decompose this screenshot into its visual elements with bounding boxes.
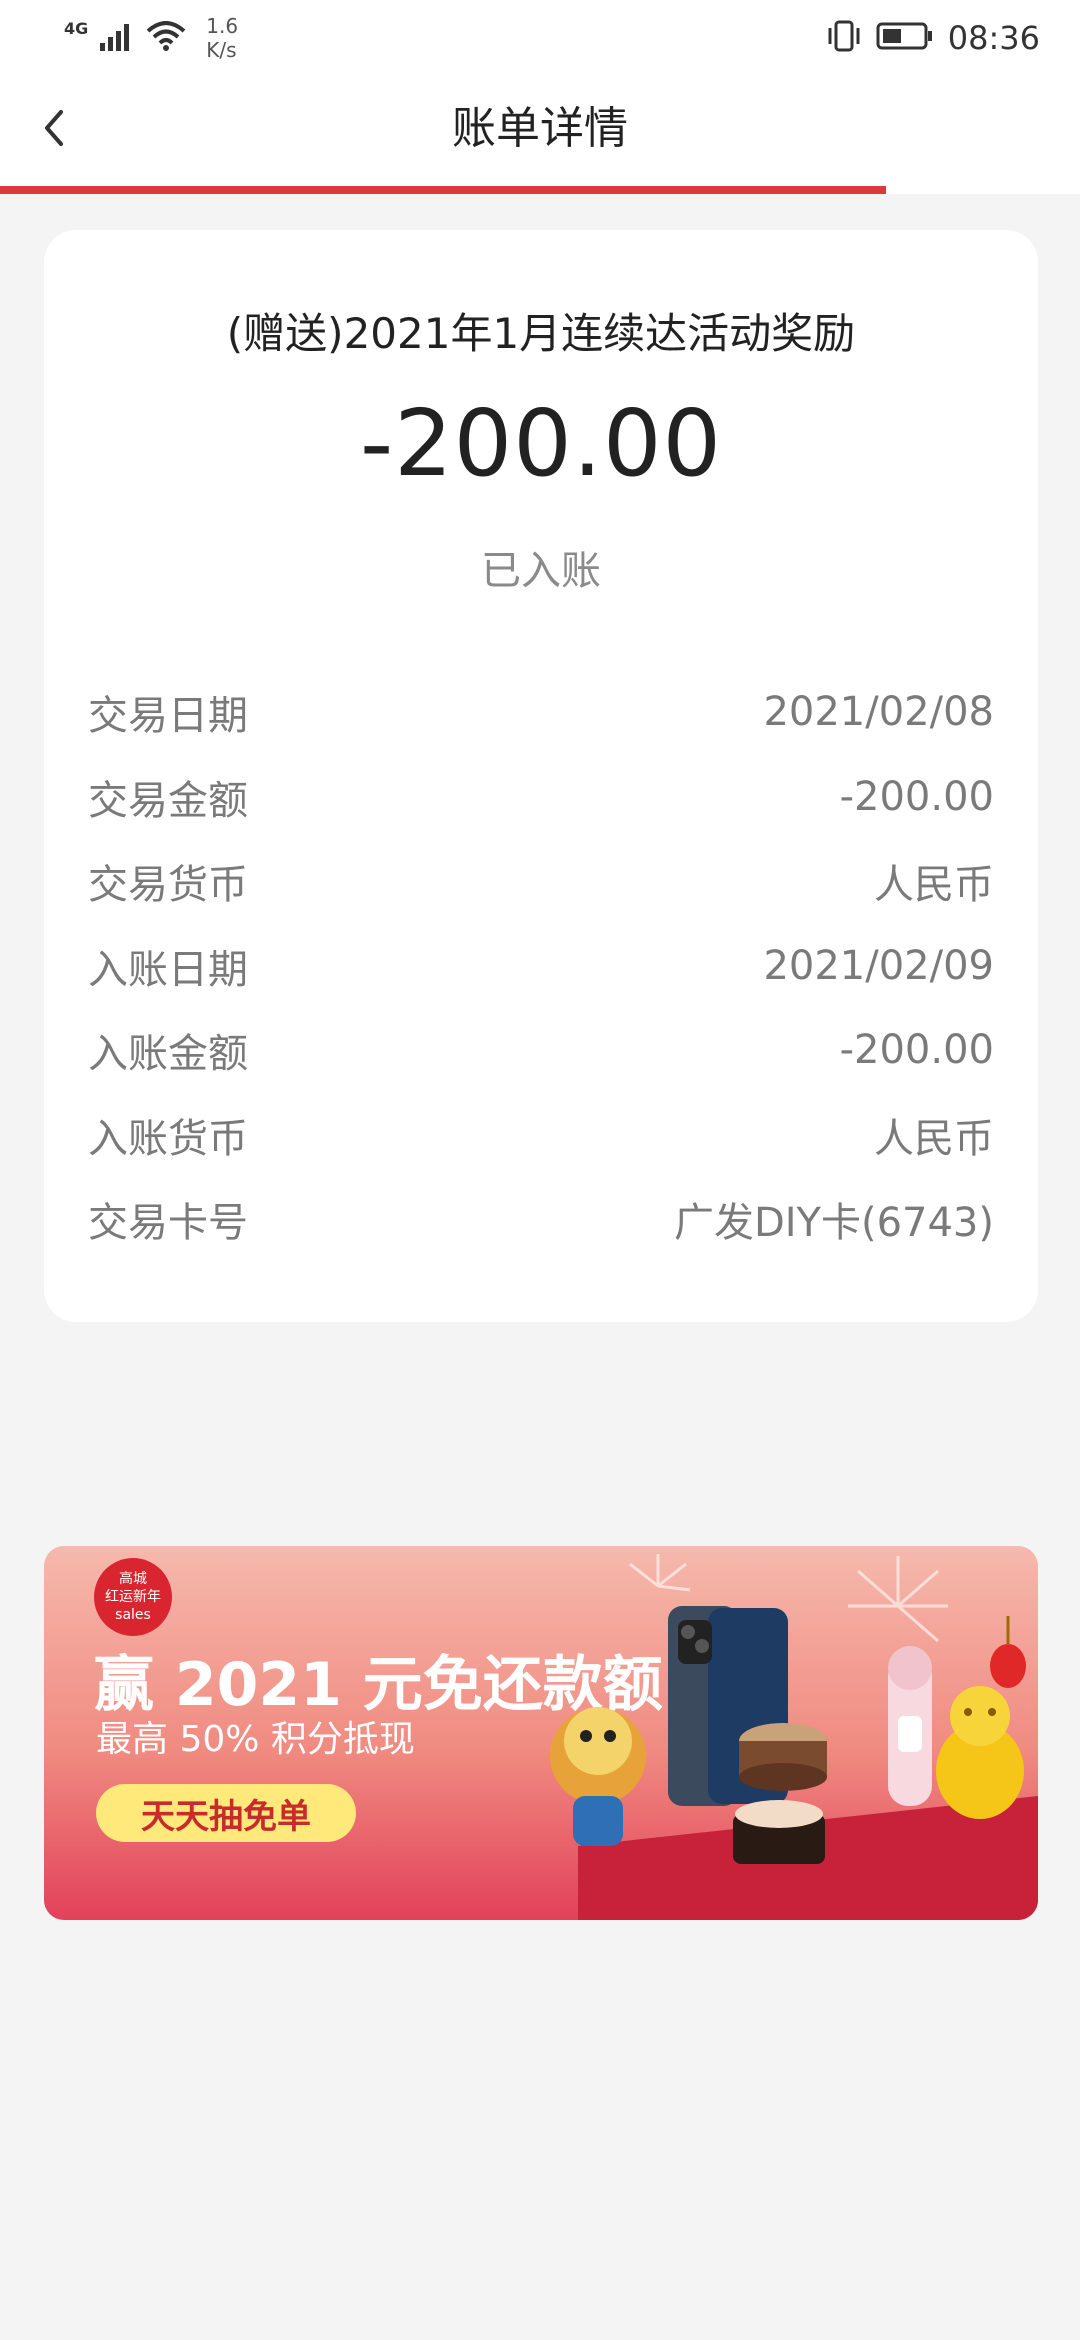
detail-value: 2021/02/09 [763, 942, 994, 989]
detail-row-posting-date: 入账日期 2021/02/09 [88, 924, 994, 1009]
detail-row-transaction-date: 交易日期 2021/02/08 [88, 670, 994, 755]
lion-dance-cartoon-icon [550, 1707, 646, 1846]
promo-logo: 高城 红运新年 sales [94, 1558, 172, 1636]
lantern-icon [990, 1616, 1026, 1688]
promo-banner[interactable]: 高城 红运新年 sales 赢 2021 元免还款额 最高 50% 积分抵现 天… [44, 1546, 1038, 1920]
promo-logo-line2: 红运新年 [105, 1589, 161, 1605]
detail-row-transaction-amount: 交易金额 -200.00 [88, 755, 994, 840]
status-right: 08:36 [826, 12, 1040, 64]
detail-label: 交易卡号 [88, 1200, 248, 1247]
detail-row-card-number: 交易卡号 广发DIY卡(6743) [88, 1177, 994, 1262]
back-arrow-icon [45, 110, 63, 146]
transaction-amount: -200.00 [359, 390, 723, 497]
detail-row-transaction-currency: 交易货币 人民币 [88, 839, 994, 924]
promo-subtitle: 最高 50% 积分抵现 [96, 1719, 415, 1760]
detail-row-posting-amount: 入账金额 -200.00 [88, 1008, 994, 1093]
promo-logo-line3: sales [115, 1607, 151, 1623]
detail-value: 人民币 [874, 1115, 994, 1162]
golden-ox-icon [936, 1686, 1024, 1819]
detail-value: 2021/02/08 [763, 689, 994, 736]
detail-value: -200.00 [839, 1027, 994, 1074]
header: 账单详情 [0, 72, 1080, 186]
speed-value: 1.6 [206, 14, 239, 38]
page-title: 账单详情 [452, 103, 628, 154]
clock: 08:36 [947, 19, 1040, 57]
network-type: 4G [64, 18, 89, 38]
wifi-icon [146, 21, 186, 55]
detail-label: 入账金额 [88, 1031, 248, 1078]
detail-value: 人民币 [874, 862, 994, 909]
transaction-title: (赠送)2021年1月连续达活动奖励 [226, 309, 856, 358]
detail-value: 广发DIY卡(6743) [673, 1200, 994, 1247]
detail-label: 交易货币 [88, 862, 248, 909]
page-load-progress [0, 186, 1080, 194]
network-speed: 1.6 K/s [206, 14, 238, 62]
detail-value: -200.00 [839, 773, 994, 820]
promo-cta-button[interactable]: 天天抽免单 [96, 1784, 356, 1842]
promo-products-illustration [550, 1554, 1038, 1920]
detail-label: 入账日期 [88, 946, 248, 993]
detail-label: 交易日期 [88, 693, 248, 740]
speed-unit: K/s [206, 38, 237, 62]
status-bar: 4G 1.6 K/s 08:36 [0, 0, 1080, 72]
detail-label: 入账货币 [88, 1115, 248, 1162]
back-button[interactable] [22, 96, 86, 160]
transaction-status: 已入账 [481, 548, 601, 594]
beauty-device-icon [888, 1646, 932, 1806]
battery-icon [876, 21, 934, 55]
transaction-details: 交易日期 2021/02/08 交易金额 -200.00 交易货币 人民币 入账… [88, 670, 994, 1262]
promo-logo-line1: 高城 [119, 1571, 147, 1587]
page-load-progress-fill [0, 186, 886, 194]
status-left: 4G 1.6 K/s [64, 12, 238, 64]
detail-label: 交易金额 [88, 777, 248, 824]
signal-icon [100, 21, 134, 55]
detail-row-posting-currency: 入账货币 人民币 [88, 1093, 994, 1178]
vibrate-icon [826, 19, 862, 57]
transaction-card: (赠送)2021年1月连续达活动奖励 -200.00 已入账 交易日期 2021… [44, 230, 1038, 1322]
